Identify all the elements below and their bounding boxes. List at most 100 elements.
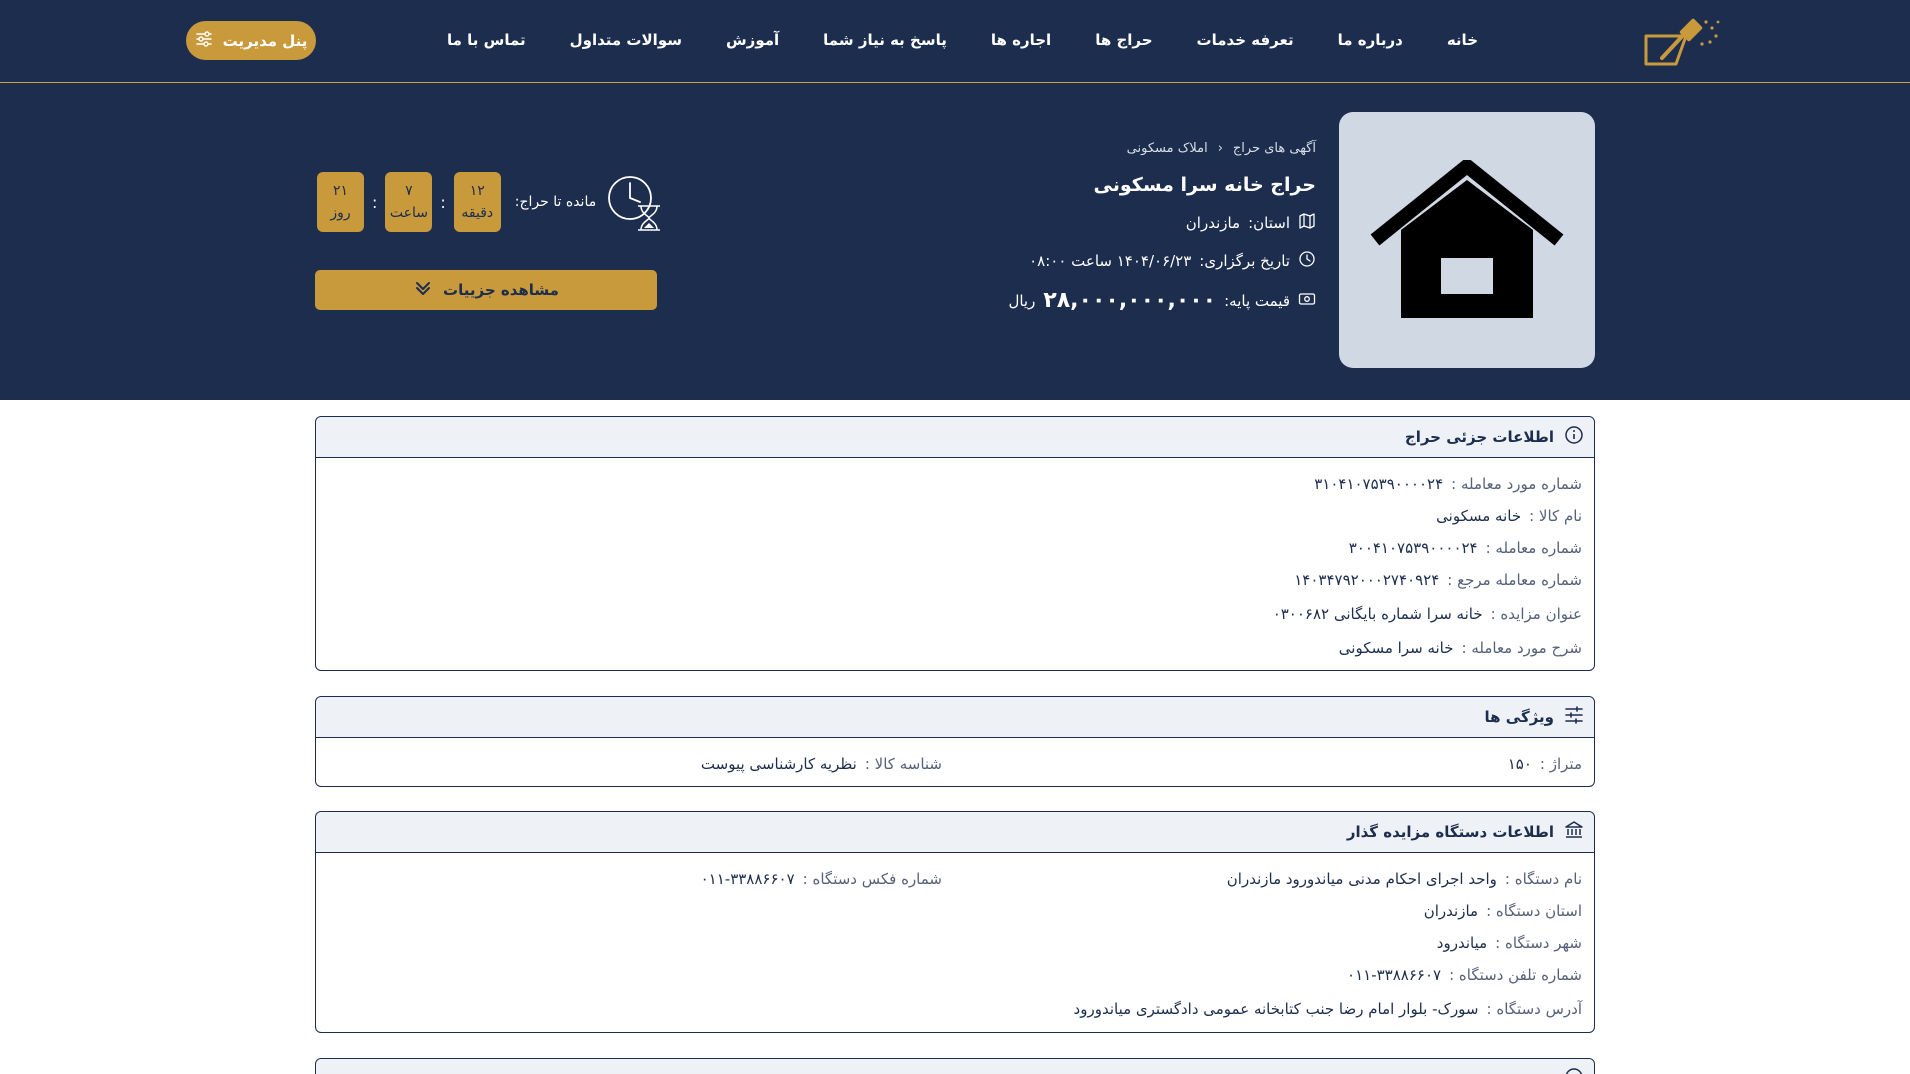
map-icon (1298, 212, 1316, 234)
agency-phone-label: شماره تلفن دستگاه : (1449, 966, 1582, 984)
breadcrumb-auctions[interactable]: آگهی های حراج (1233, 141, 1316, 156)
date-row: تاریخ برگزاری: ۱۴۰۴/۰۶/۲۳ ساعت ۰۸:۰۰ (896, 250, 1316, 272)
countdown-days-unit: روز (330, 205, 351, 221)
info-icon (1564, 425, 1584, 449)
detail-label: شماره مورد معامله : (1451, 475, 1582, 493)
agency-city-label: شهر دستگاه : (1495, 934, 1582, 952)
detail-label: شماره معامله : (1485, 539, 1582, 557)
sliders-icon (1564, 705, 1584, 729)
agency-fax-value: ۰۱۱-۳۳۸۸۶۶۰۷ (700, 870, 795, 888)
property-image (1339, 112, 1595, 368)
auction-details-header: اطلاعات جزئی حراج (316, 417, 1594, 458)
admin-panel-label: پنل مدیریت (222, 31, 308, 50)
auction-summary: آگهی های حراج ‹ املاک مسکونی حراج خانه س… (896, 141, 1316, 313)
nav-item-pricing[interactable]: تعرفه خدمات (1175, 31, 1316, 49)
chevron-left-icon: ‹ (1217, 141, 1223, 156)
price-row: قیمت پایه: ۲۸,۰۰۰,۰۰۰,۰۰۰ ریال (896, 288, 1316, 313)
features-title: ویژگی ها (1484, 708, 1554, 726)
countdown-hours-value: ۷ (405, 183, 413, 199)
agency-name: نام دستگاه : واحد اجرای احکام مدنی میاند… (942, 870, 1582, 888)
bank-building-icon (1564, 820, 1584, 844)
agency-body: نام دستگاه : واحد اجرای احکام مدنی میاند… (316, 853, 1594, 1033)
agency-header: اطلاعات دستگاه مزایده گذار (316, 812, 1594, 853)
admin-panel-button[interactable]: پنل مدیریت (186, 21, 316, 60)
countdown-minutes-unit: دقیقه (461, 205, 494, 221)
nav-item-home[interactable]: خانه (1425, 31, 1500, 49)
nav-item-education[interactable]: آموزش (704, 31, 801, 49)
feature-id: شناسه کالا : نظریه کارشناسی پیوست (342, 755, 942, 773)
money-icon (1298, 290, 1316, 312)
detail-row: شماره مورد معامله : ۳۱۰۴۱۰۷۵۳۹۰۰۰۰۲۴ (328, 468, 1582, 500)
area-label: متراژ : (1539, 755, 1582, 773)
agency-row: شهر دستگاه : میاندرود (328, 927, 1582, 959)
detail-label: نام کالا : (1529, 507, 1582, 525)
site-logo-icon[interactable] (1640, 14, 1724, 70)
features-body: متراژ : ۱۵۰ شناسه کالا : نظریه کارشناسی … (316, 738, 1594, 786)
area-value: ۱۵۰ (1507, 755, 1532, 773)
detail-value: خانه سرا شماره بایگانی ۰۳۰۰۶۸۲ (1272, 605, 1483, 623)
agency-card: اطلاعات دستگاه مزایده گذار نام دستگاه : … (315, 811, 1595, 1033)
countdown-colon: : (372, 192, 378, 212)
agency-address-label: آدرس دستگاه : (1486, 1000, 1582, 1018)
countdown-hours-unit: ساعت (389, 205, 428, 221)
detail-row: عنوان مزایده : خانه سرا شماره بایگانی ۰۳۰… (328, 596, 1582, 632)
province-label: استان: (1248, 214, 1290, 232)
detail-value: ۳۰۰۴۱۰۷۵۳۹۰۰۰۰۲۴ (1348, 539, 1478, 557)
top-navbar: خانه درباره ما تعرفه خدمات حراج ها اجاره… (0, 0, 1910, 83)
breadcrumb-residential[interactable]: املاک مسکونی (1127, 141, 1208, 156)
price-unit: ریال (1008, 291, 1036, 310)
nav-item-faq[interactable]: سوالات متداول (548, 31, 704, 49)
breadcrumb: آگهی های حراج ‹ املاک مسکونی (896, 141, 1316, 156)
nav-item-rentals[interactable]: اجاره ها (969, 31, 1073, 49)
info-icon (1564, 1067, 1584, 1074)
detail-value: خانه سرا مسکونی (1338, 639, 1454, 657)
sliders-icon (195, 30, 213, 52)
next-card (315, 1058, 1595, 1074)
view-details-label: مشاهده جزییات (443, 281, 559, 299)
auction-details-title: اطلاعات جزئی حراج (1404, 428, 1554, 446)
hourglass-clock-icon (604, 172, 664, 232)
view-details-button[interactable]: مشاهده جزییات (315, 270, 657, 310)
agency-fax: شماره فکس دستگاه : ۰۱۱-۳۳۸۸۶۶۰۷ (342, 870, 942, 888)
agency-title: اطلاعات دستگاه مزایده گذار (1346, 823, 1554, 841)
features-card: ویژگی ها متراژ : ۱۵۰ شناسه کالا : نظریه … (315, 696, 1595, 787)
countdown: مانده تا حراج: ۱۲ دقیقه : ۷ ساعت : ۲۱ رو… (317, 172, 664, 232)
detail-row: نام کالا : خانه مسکونی (328, 500, 1582, 532)
date-label: تاریخ برگزاری: (1199, 252, 1290, 270)
detail-row: شماره معامله : ۳۰۰۴۱۰۷۵۳۹۰۰۰۰۲۴ (328, 532, 1582, 564)
item-id-value: نظریه کارشناسی پیوست (700, 755, 857, 773)
countdown-hours: ۷ ساعت (385, 172, 433, 232)
detail-row: شرح مورد معامله : خانه سرا مسکونی (328, 632, 1582, 664)
province-value: مازندران (1185, 214, 1241, 232)
nav-item-needs[interactable]: پاسخ به نیاز شما (801, 31, 969, 49)
agency-name-value: واحد اجرای احکام مدنی میاندورود مازندران (1226, 870, 1497, 888)
detail-label: عنوان مزایده : (1490, 605, 1582, 623)
agency-province-label: استان دستگاه : (1486, 902, 1582, 920)
detail-value: خانه مسکونی (1436, 507, 1522, 525)
agency-row: استان دستگاه : مازندران (328, 895, 1582, 927)
countdown-days-value: ۲۱ (332, 183, 349, 199)
price-value: ۲۸,۰۰۰,۰۰۰,۰۰۰ (1043, 288, 1217, 313)
detail-label: شماره معامله مرجع : (1447, 571, 1582, 589)
agency-row: شماره تلفن دستگاه : ۰۱۱-۳۳۸۸۶۶۰۷ (328, 959, 1582, 991)
agency-address-value: سورک- بلوار امام رضا جنب کتابخانه عمومی … (1073, 1000, 1479, 1018)
countdown-label: مانده تا حراج: (514, 194, 597, 210)
agency-row: آدرس دستگاه : سورک- بلوار امام رضا جنب ک… (328, 991, 1582, 1027)
price-label: قیمت پایه: (1224, 291, 1290, 310)
nav-item-about[interactable]: درباره ما (1316, 31, 1425, 49)
countdown-days: ۲۱ روز (317, 172, 364, 232)
detail-label: شرح مورد معامله : (1461, 639, 1582, 657)
agency-city-value: میاندرود (1436, 934, 1488, 952)
detail-value: ۳۱۰۴۱۰۷۵۳۹۰۰۰۰۲۴ (1314, 475, 1444, 493)
features-header: ویژگی ها (316, 697, 1594, 738)
page-title: حراج خانه سرا مسکونی (1093, 174, 1316, 196)
detail-value: ۱۴۰۳۴۷۹۲۰۰۰۲۷۴۰۹۲۴ (1294, 571, 1440, 589)
feature-row: متراژ : ۱۵۰ شناسه کالا : نظریه کارشناسی … (328, 748, 1582, 780)
item-id-label: شناسه کالا : (864, 755, 942, 773)
province-row: استان: مازندران (896, 212, 1316, 234)
auction-details-card: اطلاعات جزئی حراج شماره مورد معامله : ۳۱۰… (315, 416, 1595, 671)
clock-icon (1298, 250, 1316, 272)
nav-item-auctions[interactable]: حراج ها (1073, 31, 1174, 49)
double-chevron-down-icon (413, 278, 433, 302)
nav-item-contact[interactable]: تماس با ما (425, 31, 548, 49)
